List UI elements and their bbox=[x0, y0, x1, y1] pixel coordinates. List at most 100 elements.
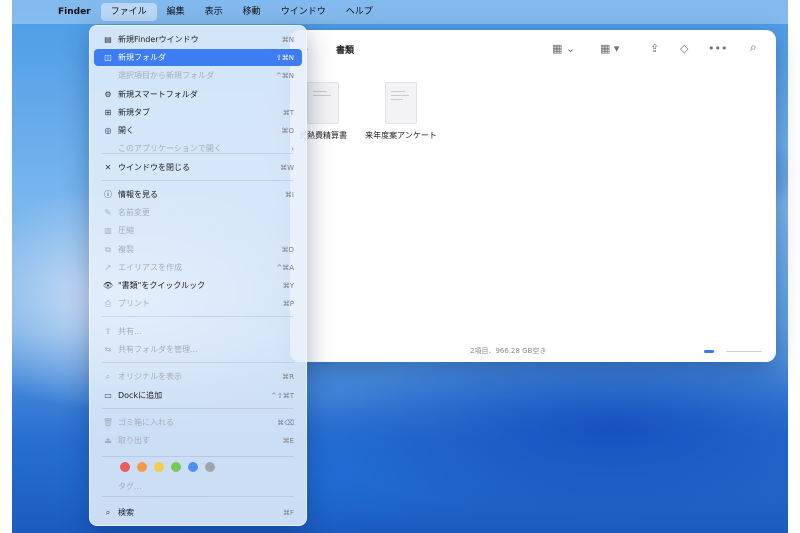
tag-color-dot[interactable] bbox=[171, 462, 181, 472]
tag-color-dot[interactable] bbox=[120, 462, 130, 472]
finder-toolbar: › 書類 ▦ ⌄ ▦ ▾ ⇪ ◇ ••• ⌕ bbox=[290, 30, 776, 70]
menu-item-label: 複製 bbox=[118, 245, 134, 254]
menu-item: ⇪ 共有... bbox=[94, 323, 302, 340]
share-icon[interactable]: ⇪ bbox=[650, 42, 659, 55]
menu-item: ↗ エイリアスを作成 ^⌘A bbox=[94, 259, 302, 276]
menu-separator bbox=[102, 153, 294, 154]
menu-item-icon: ↗ bbox=[104, 263, 112, 272]
tag-icon[interactable]: ◇ bbox=[680, 42, 688, 55]
tag-color-dot[interactable] bbox=[154, 462, 164, 472]
menu-item-shortcut: ⌘F bbox=[282, 508, 294, 517]
menu-separator bbox=[102, 362, 294, 363]
menu-item[interactable]: ◎ 開く ⌘O bbox=[94, 122, 302, 139]
menu-item-label: 新規スマートフォルダ bbox=[118, 90, 198, 99]
menu-file[interactable]: ファイル bbox=[100, 3, 157, 21]
menu-item-label: ゴミ箱に入れる bbox=[118, 418, 174, 427]
menu-separator bbox=[102, 180, 294, 181]
tag-color-dot[interactable] bbox=[137, 462, 147, 472]
menu-item-icon: 👁 bbox=[102, 281, 114, 290]
menu-item[interactable]: ◫ 新規フォルダ ⇧⌘N bbox=[94, 49, 302, 66]
tag-color-dot[interactable] bbox=[205, 462, 215, 472]
menu-item-icon: ⚙ bbox=[104, 90, 112, 99]
menu-item: ⧉ 複製 ⌘D bbox=[94, 241, 302, 258]
menu-item[interactable]: ⓘ 情報を見る ⌘I bbox=[94, 186, 302, 203]
menu-bar: Finder ファイル 編集 表示 移動 ウインドウ ヘルプ bbox=[12, 0, 788, 24]
menu-help[interactable]: ヘルプ bbox=[336, 0, 383, 24]
menu-item-icon: ⌕ bbox=[105, 507, 111, 517]
menu-item-shortcut: ⌘N bbox=[281, 35, 294, 44]
menu-item-icon: ⓘ bbox=[104, 190, 112, 199]
tag-color-dot[interactable] bbox=[188, 462, 198, 472]
menu-view[interactable]: 表示 bbox=[195, 0, 233, 24]
menu-item: ▥ 圧縮 bbox=[94, 222, 302, 239]
menu-item[interactable]: ⚙ 新規スマートフォルダ bbox=[94, 86, 302, 103]
menu-item-label: 共有フォルダを管理... bbox=[118, 345, 198, 354]
menu-item-label: 新規タブ bbox=[118, 108, 150, 117]
menu-item-icon: ⏏ bbox=[104, 436, 112, 445]
file-item[interactable]: 来年度案アンケート bbox=[356, 82, 446, 141]
menu-item-icon: ⇆ bbox=[104, 345, 112, 354]
icon-size-slider[interactable] bbox=[726, 351, 762, 352]
icon-size-slider-fill[interactable] bbox=[704, 350, 714, 353]
menu-item-label: 新規フォルダ bbox=[118, 53, 166, 62]
menu-item[interactable]: ▭ Dockに追加 ^⇧⌘T bbox=[94, 387, 302, 404]
status-bar: 2項目、966.28 GB空き bbox=[290, 340, 776, 362]
menu-item[interactable]: 👁 "書類"をクイックルック ⌘Y bbox=[94, 277, 302, 294]
menu-item-label: ウインドウを閉じる bbox=[118, 163, 190, 172]
menu-item: ⌕ オリジナルを表示 ⌘R bbox=[94, 368, 302, 385]
menu-go[interactable]: 移動 bbox=[233, 0, 271, 24]
menu-item: ✎ 名前変更 bbox=[94, 204, 302, 221]
tag-color-row bbox=[120, 462, 215, 472]
file-menu: ▤ 新規Finderウインドウ ⌘N ◫ 新規フォルダ ⇧⌘N 選択項目から新規フォルダ ^⌘… bbox=[89, 25, 307, 526]
icon-view-icon[interactable]: ▦ ⌄ bbox=[552, 42, 575, 55]
menu-item-label: Dockに追加 bbox=[118, 391, 163, 400]
menu-item-icon: ◎ bbox=[104, 126, 112, 135]
menu-window[interactable]: ウインドウ bbox=[271, 0, 336, 24]
menu-separator bbox=[102, 316, 294, 317]
menu-item-icon: 🗑 bbox=[102, 418, 114, 427]
menu-item-icon: ✕ bbox=[104, 163, 112, 172]
search-icon[interactable]: ⌕ bbox=[750, 40, 757, 55]
file-name: 来年度案アンケート bbox=[365, 131, 437, 140]
menu-item-shortcut: ⌘T bbox=[282, 108, 294, 117]
menu-item-label: オリジナルを表示 bbox=[118, 372, 182, 381]
status-text: 2項目、966.28 GB空き bbox=[470, 347, 547, 355]
menu-item-shortcut: ⌘Y bbox=[282, 281, 294, 290]
menu-item-label: 検索 bbox=[118, 508, 134, 517]
menu-item-icon: ⎙ bbox=[104, 298, 112, 308]
menu-edit[interactable]: 編集 bbox=[157, 0, 195, 24]
menu-item: ⏏ 取り出す ⌘E bbox=[94, 432, 302, 449]
group-icon[interactable]: ▦ ▾ bbox=[600, 42, 619, 55]
menu-item-label: "書類"をクイックルック bbox=[118, 281, 206, 290]
more-icon[interactable]: ••• bbox=[708, 42, 727, 55]
menu-item-shortcut: ⌘W bbox=[280, 163, 294, 172]
menu-item[interactable]: ⊞ 新規タブ ⌘T bbox=[94, 104, 302, 121]
menu-item: ⎙ プリント ⌘P bbox=[94, 295, 302, 312]
menu-separator bbox=[102, 408, 294, 409]
menu-item-shortcut: ⌘O bbox=[281, 126, 294, 135]
menu-item-shortcut: ⌘D bbox=[281, 245, 294, 254]
menu-item-label: タグ... bbox=[118, 482, 142, 491]
menu-item[interactable]: ▤ 新規Finderウインドウ ⌘N bbox=[94, 31, 302, 48]
menu-item[interactable]: ✕ ウインドウを閉じる ⌘W bbox=[94, 159, 302, 176]
menu-item-shortcut: ⌘E bbox=[282, 436, 294, 445]
menu-item-icon: ⧉ bbox=[105, 244, 111, 254]
menu-item-shortcut: ^⌘N bbox=[275, 71, 294, 80]
menu-separator bbox=[102, 496, 294, 497]
menu-finder[interactable]: Finder bbox=[48, 0, 101, 24]
menu-item-label: 情報を見る bbox=[118, 190, 158, 199]
document-icon bbox=[385, 82, 417, 124]
menu-item-icon: ◫ bbox=[104, 53, 112, 62]
menu-item-shortcut: ⌘I bbox=[284, 190, 294, 199]
menu-item-icon: ⊞ bbox=[104, 108, 112, 117]
menu-item-label: 選択項目から新規フォルダ bbox=[118, 71, 214, 80]
menu-item-shortcut: › bbox=[291, 144, 294, 153]
menu-item-label: 圧縮 bbox=[118, 226, 134, 235]
menu-item-shortcut: ⇧⌘N bbox=[275, 53, 294, 62]
menu-item-label: 名前変更 bbox=[118, 208, 150, 217]
menu-item-icon: ⇪ bbox=[104, 327, 112, 336]
menu-item[interactable]: ⌕ 検索 ⌘F bbox=[94, 504, 302, 521]
menu-item-shortcut: ⌘P bbox=[282, 299, 294, 308]
menu-item-label: プリント bbox=[118, 299, 150, 308]
menu-item-icon: ⌕ bbox=[105, 371, 111, 381]
